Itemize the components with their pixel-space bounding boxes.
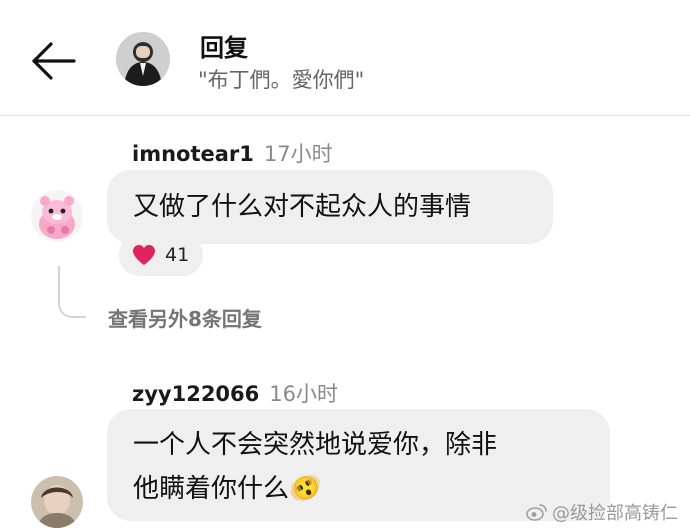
original-post-excerpt: "布丁們。愛你們" xyxy=(198,68,365,92)
watermark-text: @级捡部高铸仁 xyxy=(552,503,678,524)
comment-meta: imnotear1 17小时 xyxy=(132,138,333,168)
commenter-avatar[interactable] xyxy=(31,190,83,242)
reply-header: 回复 "布丁們。愛你們" xyxy=(0,0,690,116)
weibo-logo-icon xyxy=(526,504,547,521)
thread-connector xyxy=(58,266,86,318)
reaction-pill[interactable]: 41 xyxy=(119,234,204,276)
comment-username[interactable]: imnotear1 xyxy=(132,142,254,166)
original-poster-avatar[interactable] xyxy=(116,32,170,86)
commenter-avatar[interactable] xyxy=(31,476,83,528)
view-more-replies-link[interactable]: 查看另外8条回复 xyxy=(108,303,262,332)
back-button[interactable] xyxy=(24,38,80,84)
watermark: @级捡部高铸仁 xyxy=(526,499,678,525)
comment-timestamp: 16小时 xyxy=(269,382,339,406)
comment-bubble[interactable]: 又做了什么对不起众人的事情 xyxy=(107,170,553,244)
like-count: 41 xyxy=(165,244,190,266)
page-title: 回复 xyxy=(200,34,248,62)
comment-text-line: 一个人不会突然地说爱你，除非 xyxy=(133,430,498,460)
arrow-left-icon xyxy=(32,42,76,80)
heart-icon xyxy=(133,245,155,265)
comment-timestamp: 17小时 xyxy=(263,142,333,166)
comment-text: 又做了什么对不起众人的事情 xyxy=(133,192,472,222)
comment-meta: zyy122066 16小时 xyxy=(132,378,338,408)
comment-username[interactable]: zyy122066 xyxy=(132,382,259,406)
